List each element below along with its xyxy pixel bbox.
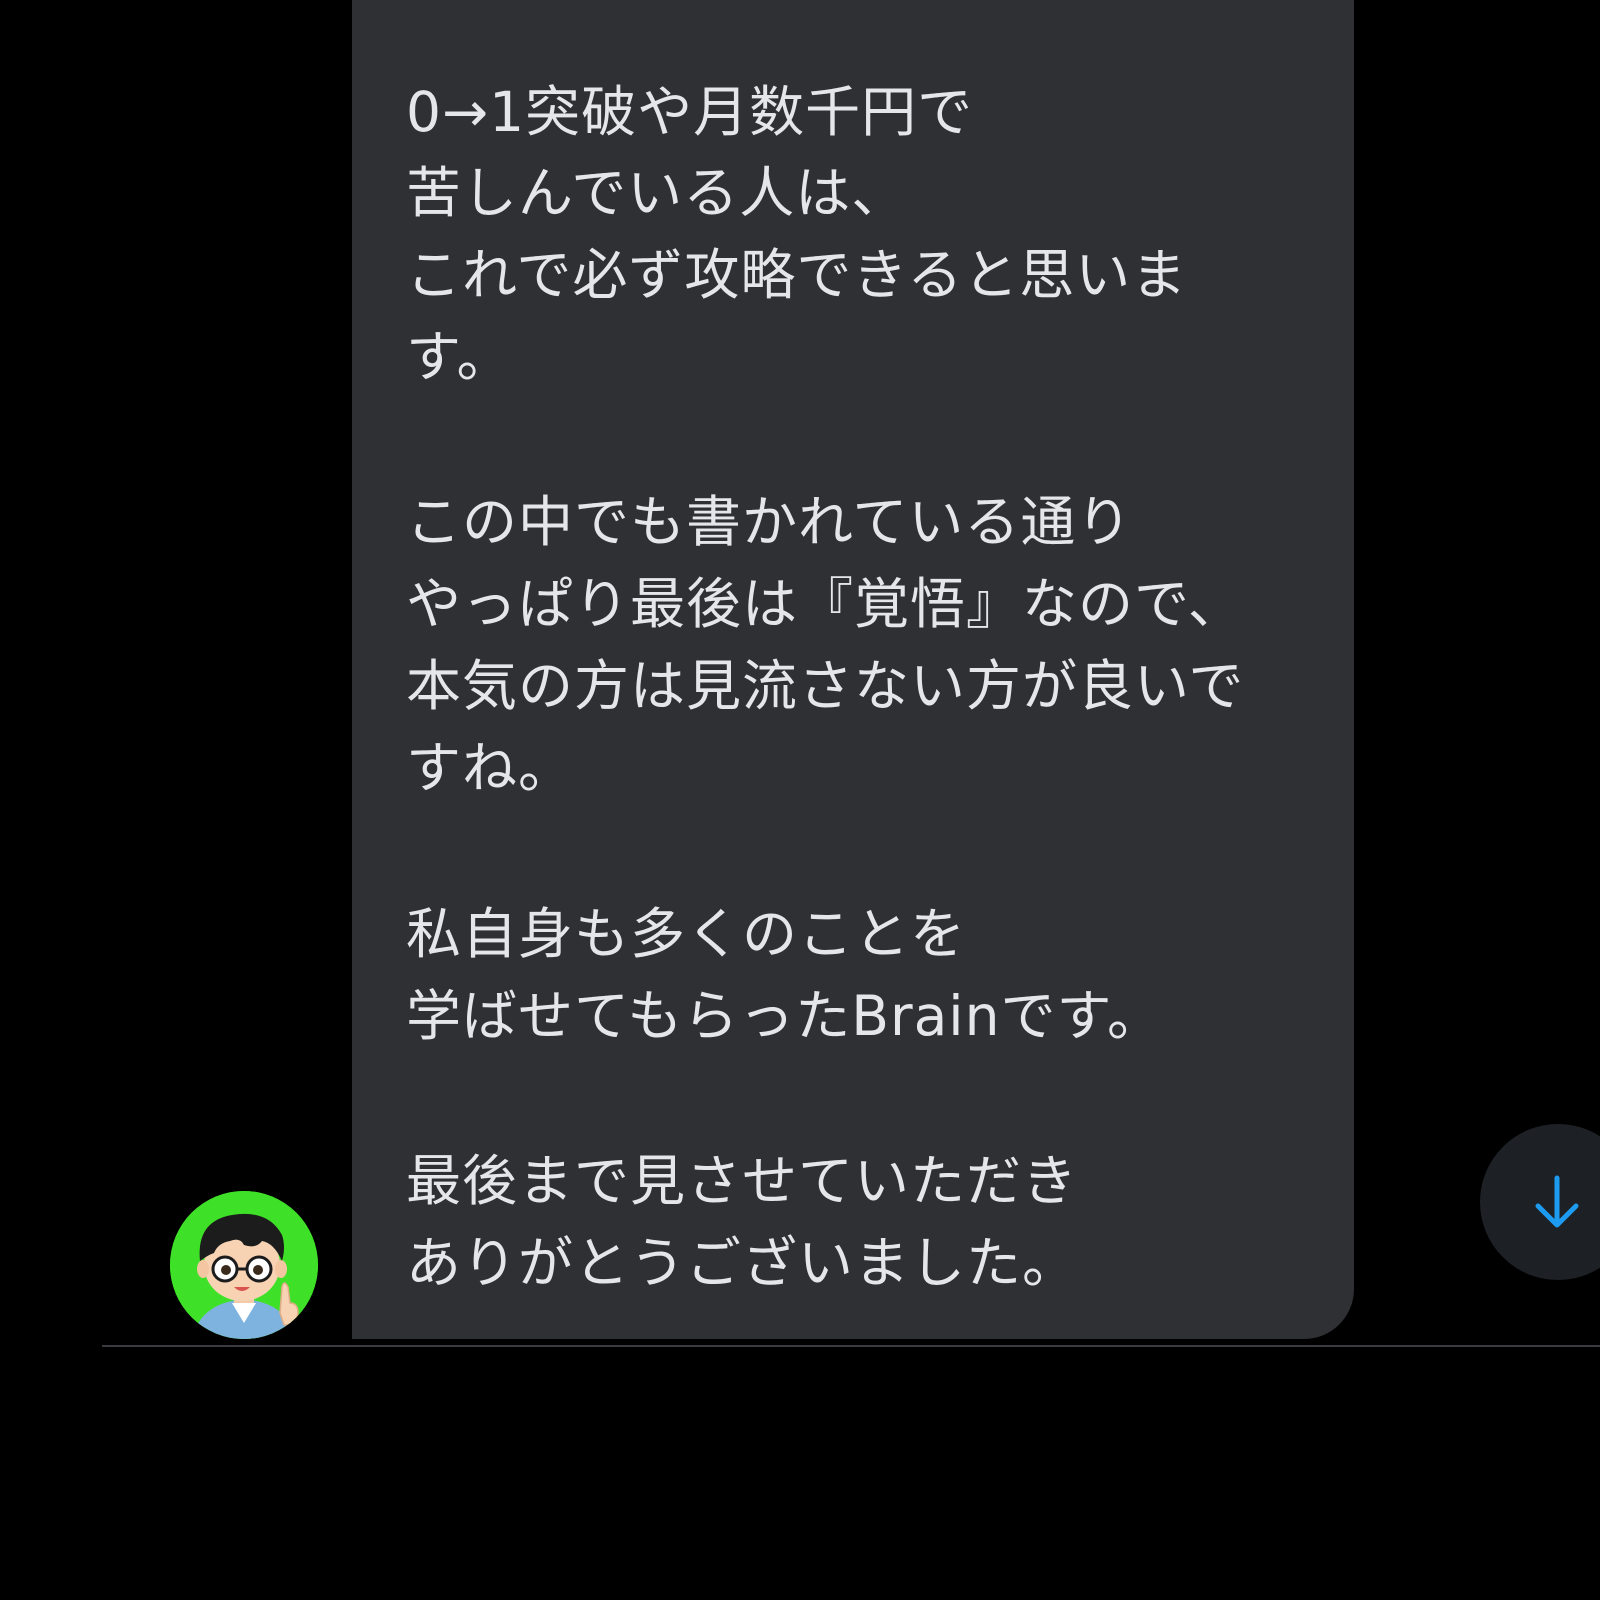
message-line: す。 (406, 325, 513, 389)
message-line: この中でも書かれている通り (406, 490, 1133, 554)
divider (102, 1345, 1600, 1347)
message-line: 私自身も多くのことを (406, 902, 967, 966)
message-line: ありがとうございました。 (406, 1231, 1079, 1295)
message-line: 本気の方は見流さない方が良いで (406, 654, 1245, 718)
scroll-to-bottom-button[interactable] (1480, 1124, 1600, 1280)
message-line: 学ばせてもらったBrainです。 (406, 984, 1163, 1048)
message-line: これで必ず攻略できると思いま (406, 243, 1188, 307)
message-line: すね。 (406, 736, 575, 800)
message-line: 苦しんでいる人は、 (406, 161, 908, 225)
message-bubble[interactable]: 0→1突破や月数千円で 苦しんでいる人は、 これで必ず攻略できると思いま す。 … (352, 0, 1354, 1339)
message-line: 最後まで見させていただき (406, 1149, 1079, 1213)
message-line: 0→1突破や月数千円で (406, 80, 974, 144)
message-line: やっぱり最後は『覚悟』なので、 (406, 572, 1244, 636)
cartoon-boy-icon (170, 1191, 318, 1339)
arrow-down-icon (1535, 1175, 1579, 1228)
chat-screen: 0→1突破や月数千円で 苦しんでいる人は、 これで必ず攻略できると思いま す。 … (0, 0, 1600, 1600)
avatar[interactable] (170, 1191, 318, 1339)
